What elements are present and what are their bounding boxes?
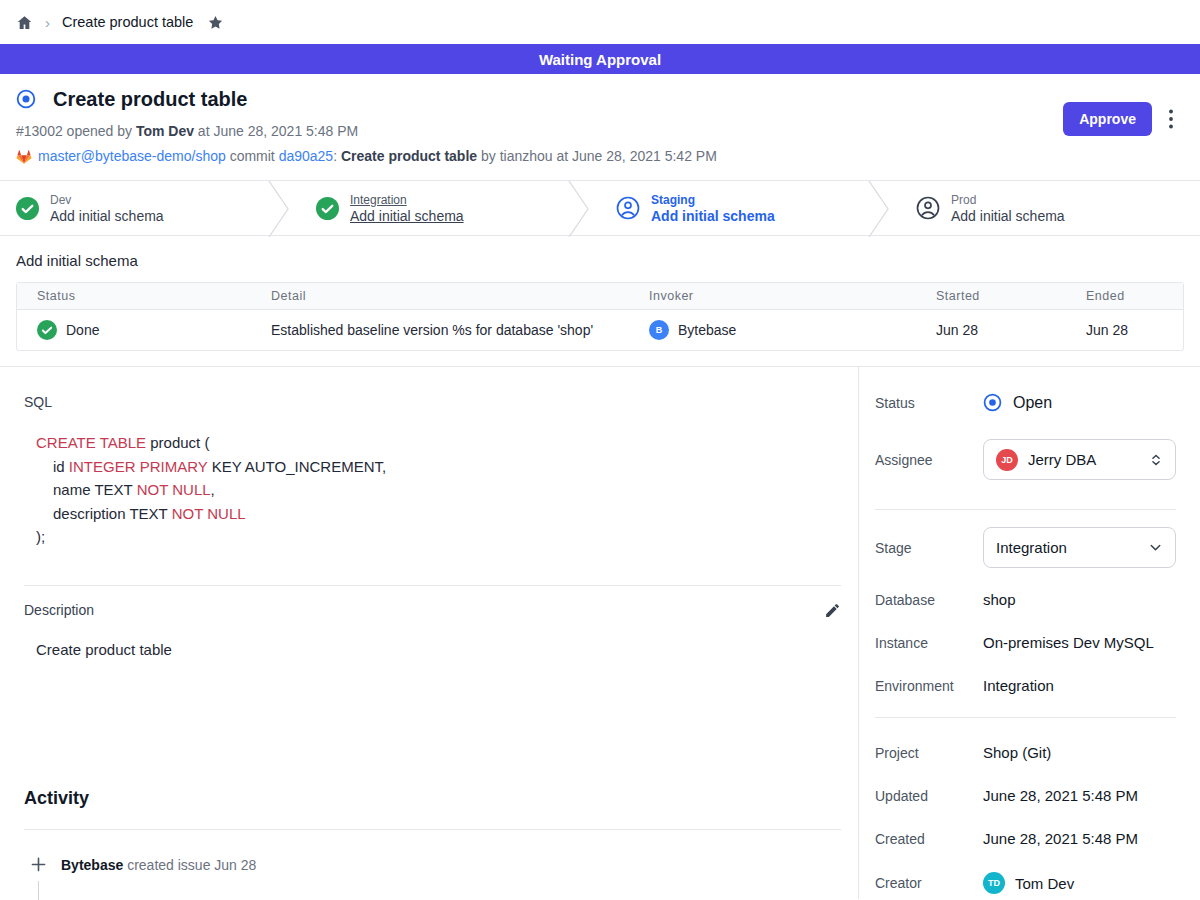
- done-check-icon: [37, 320, 57, 340]
- project-value: Shop (Git): [983, 744, 1176, 761]
- stage-value: Integration: [996, 539, 1138, 556]
- task-invoker: Bytebase: [678, 322, 736, 338]
- sql-label: SQL: [24, 394, 841, 410]
- edit-pencil-icon[interactable]: [824, 602, 841, 619]
- creator-label: Creator: [875, 875, 983, 891]
- kebab-menu-icon[interactable]: [1169, 109, 1173, 129]
- assignee-value: Jerry DBA: [1028, 451, 1139, 468]
- table-row[interactable]: Done Established baseline version %s for…: [17, 310, 1183, 350]
- stage-separator: [268, 181, 290, 237]
- gitlab-icon: [16, 149, 32, 165]
- open-status-icon: [983, 393, 1002, 412]
- main-column: SQL CREATE TABLE product ( id INTEGER PR…: [0, 367, 858, 899]
- timeline-connector: [38, 881, 39, 900]
- creator-avatar: TD: [983, 872, 1005, 894]
- col-started: Started: [916, 283, 1066, 309]
- page-title: Create product table: [53, 87, 247, 111]
- activity-actor: Bytebase: [61, 857, 123, 873]
- instance-label: Instance: [875, 635, 983, 651]
- created-label: Created: [875, 831, 983, 847]
- task-section: Add initial schema Status Detail Invoker…: [0, 236, 1200, 351]
- home-icon[interactable]: [16, 14, 33, 31]
- stage-separator: [868, 181, 890, 237]
- pipeline-stage-dev[interactable]: Dev Add initial schema: [0, 181, 300, 235]
- pipeline-stage-prod[interactable]: Prod Add initial schema: [900, 181, 1200, 235]
- task-detail: Established baseline version %s for data…: [251, 310, 629, 350]
- updown-chevron-icon: [1149, 453, 1163, 467]
- commit-line: master@bytebase-demo/shop commit da90a25…: [16, 148, 1184, 165]
- description-content: Create product table: [36, 641, 841, 658]
- col-ended: Ended: [1066, 283, 1183, 309]
- issue-header: Create product table #13002 opened by To…: [0, 74, 1200, 180]
- description-label: Description: [24, 602, 94, 618]
- stage-label: Stage: [875, 540, 983, 556]
- environment-value: Integration: [983, 677, 1176, 694]
- project-label: Project: [875, 745, 983, 761]
- activity-item: Bytebase created issue Jun 28: [24, 857, 841, 873]
- status-label: Status: [875, 395, 983, 411]
- status-banner: Waiting Approval: [0, 44, 1200, 74]
- task-heading: Add initial schema: [16, 252, 1184, 269]
- star-icon[interactable]: [207, 14, 224, 31]
- environment-label: Environment: [875, 678, 983, 694]
- activity-heading: Activity: [24, 788, 841, 809]
- col-invoker: Invoker: [629, 283, 916, 309]
- pipeline: Dev Add initial schema Integration Add i…: [0, 180, 1200, 236]
- commit-message: Create product table: [341, 148, 477, 164]
- user-circle-icon: [616, 196, 640, 220]
- check-circle-icon: [316, 197, 339, 220]
- issue-open-icon: [16, 89, 36, 109]
- col-detail: Detail: [251, 283, 629, 309]
- stage-select[interactable]: Integration: [983, 527, 1176, 568]
- col-status: Status: [17, 283, 251, 309]
- database-value: shop: [983, 591, 1176, 608]
- user-circle-icon: [916, 196, 940, 220]
- check-circle-icon: [16, 197, 39, 220]
- stage-separator: [568, 181, 590, 237]
- issue-author: Tom Dev: [136, 123, 194, 139]
- creator-value: Tom Dev: [1015, 875, 1074, 892]
- assignee-avatar: JD: [996, 449, 1018, 471]
- sql-code: CREATE TABLE product ( id INTEGER PRIMAR…: [36, 431, 841, 549]
- task-ended: Jun 28: [1066, 310, 1183, 350]
- issue-meta: #13002 opened by Tom Dev at June 28, 202…: [16, 123, 1184, 140]
- bytebase-avatar: B: [649, 320, 669, 340]
- status-value: Open: [1013, 394, 1052, 412]
- pipeline-stage-staging[interactable]: Staging Add initial schema: [600, 181, 900, 235]
- updated-value: June 28, 2021 5:48 PM: [983, 787, 1176, 804]
- instance-value: On-premises Dev MySQL: [983, 634, 1176, 651]
- assignee-select[interactable]: JD Jerry DBA: [983, 439, 1176, 480]
- breadcrumb-separator: ›: [45, 14, 50, 31]
- commit-sha-link[interactable]: da90a25: [279, 148, 334, 164]
- plus-icon: [31, 857, 46, 872]
- created-value: June 28, 2021 5:48 PM: [983, 830, 1176, 847]
- sidebar: Status Open Assignee JD Jerry DBA Stage: [858, 367, 1200, 899]
- breadcrumb: › Create product table: [0, 0, 1200, 44]
- database-label: Database: [875, 592, 983, 608]
- approve-button[interactable]: Approve: [1063, 102, 1152, 136]
- breadcrumb-title[interactable]: Create product table: [62, 14, 193, 30]
- updated-label: Updated: [875, 788, 983, 804]
- pipeline-stage-integration[interactable]: Integration Add initial schema: [300, 181, 600, 235]
- task-started: Jun 28: [916, 310, 1066, 350]
- chevron-down-icon: [1148, 540, 1163, 555]
- branch-link[interactable]: master@bytebase-demo/shop: [38, 148, 226, 164]
- task-table: Status Detail Invoker Started Ended Done…: [16, 282, 1184, 351]
- assignee-label: Assignee: [875, 452, 983, 468]
- task-status: Done: [66, 322, 99, 338]
